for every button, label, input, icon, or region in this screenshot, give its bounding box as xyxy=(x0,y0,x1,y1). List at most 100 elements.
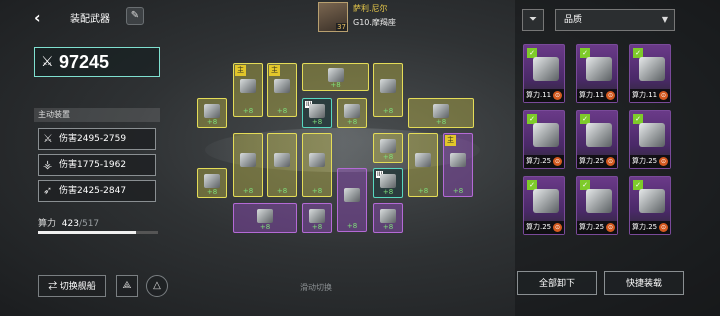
weapon-icon xyxy=(639,123,665,147)
claw-icon: ⚶ xyxy=(43,158,53,171)
compute-progress-fill xyxy=(38,231,137,234)
skill-label: 伤害1775-1962 xyxy=(59,160,127,170)
skill-label: 伤害2495-2759 xyxy=(59,134,127,144)
weapon-icon xyxy=(344,188,360,203)
unload-all-button[interactable]: 全部卸下 xyxy=(517,271,597,295)
inventory-card[interactable]: ✓ 算力.25 ⊙ xyxy=(523,176,565,235)
compute-progress-bar xyxy=(38,231,158,234)
weapon-icon xyxy=(240,153,256,168)
inventory-card[interactable]: ✓ 算力.25 ⊙ xyxy=(629,110,671,169)
slot-weapon[interactable]: +8 xyxy=(302,63,369,91)
slot-weapon[interactable]: +8 xyxy=(337,168,367,232)
combat-power-value: 97245 xyxy=(59,52,110,72)
slot-weapon[interactable]: +8 xyxy=(197,168,227,198)
back-chevron-left-icon[interactable]: ‹ xyxy=(34,8,52,27)
weapon-icon xyxy=(586,123,612,147)
chevron-down-icon: ▼ xyxy=(661,15,668,24)
compute-total: /517 xyxy=(78,219,100,229)
slot-weapon[interactable]: 主 +8 xyxy=(233,63,263,117)
weapon-icon xyxy=(639,189,665,213)
slot-weapon[interactable]: +8 xyxy=(233,203,297,233)
swipe-hint: 滑动切换 xyxy=(300,283,332,292)
skill-button-2[interactable]: ⚶ 伤害1775-1962 xyxy=(38,154,156,176)
brush-icon[interactable]: ✎ xyxy=(126,7,144,25)
skill-label: 伤害2425-2847 xyxy=(59,186,127,196)
status-icon: ⊙ xyxy=(553,223,562,232)
weapon-icon xyxy=(204,103,220,118)
slot-weapon[interactable]: +8 xyxy=(373,63,403,117)
slot-weapon[interactable]: +8 xyxy=(373,203,403,233)
weapon-icon xyxy=(274,153,290,168)
slot-weapon[interactable]: +8 xyxy=(337,98,367,128)
weapon-icon xyxy=(533,189,559,213)
status-icon: ⊙ xyxy=(606,157,615,166)
weapon-icon xyxy=(433,103,449,118)
status-icon: ⊙ xyxy=(606,91,615,100)
skill-button-3[interactable]: ➶ 伤害2425-2847 xyxy=(38,180,156,202)
status-icon: ⊙ xyxy=(659,157,668,166)
inventory-card[interactable]: ✓ 算力.25 ⊙ xyxy=(523,110,565,169)
inventory-card[interactable]: ✓ 算力.11 ⊙ xyxy=(576,44,618,103)
weapon-icon xyxy=(344,103,360,118)
weapon-icon xyxy=(586,57,612,81)
quick-equip-button[interactable]: 快捷装载 xyxy=(604,271,684,295)
status-icon: ⊙ xyxy=(606,223,615,232)
inventory-card[interactable]: ✓ 算力.11 ⊙ xyxy=(523,44,565,103)
filter-icon[interactable]: ⏷ xyxy=(522,9,544,31)
fleet-emblem-icon[interactable]: ⟁ xyxy=(116,275,138,297)
slot-weapon[interactable]: 主 +8 xyxy=(267,63,297,117)
slot-weapon[interactable]: +8 xyxy=(408,133,438,197)
status-icon: ⊙ xyxy=(659,223,668,232)
skill-button-1[interactable]: ⚔ 伤害2495-2759 xyxy=(38,128,156,150)
status-icon: ⊙ xyxy=(553,157,562,166)
weapon-icon xyxy=(380,138,396,153)
missile-icon: ➶ xyxy=(43,184,53,197)
switch-icon: ⇄ xyxy=(48,281,58,291)
slot-weapon[interactable]: 主 +8 xyxy=(443,133,473,197)
weapon-icon xyxy=(533,57,559,81)
sort-dropdown[interactable]: 品质 ▼ xyxy=(555,9,675,31)
weapon-icon xyxy=(380,173,396,188)
weapon-icon xyxy=(309,153,325,168)
inventory-card[interactable]: ✓ 算力.25 ⊙ xyxy=(629,176,671,235)
weapon-icon xyxy=(639,57,665,81)
inventory-card[interactable]: ✓ 算力.11 ⊙ xyxy=(629,44,671,103)
compute-used: 423 xyxy=(61,219,79,229)
slot-weapon[interactable]: +8 xyxy=(302,133,332,197)
weapon-icon xyxy=(450,153,466,168)
commander-avatar[interactable]: 37 xyxy=(318,2,348,32)
status-icon: ⊙ xyxy=(659,91,668,100)
weapon-icon xyxy=(380,208,396,223)
slot-weapon-selected[interactable]: III+8 xyxy=(302,98,332,128)
inventory-card[interactable]: ✓ 算力.25 ⊙ xyxy=(576,110,618,169)
inventory-card[interactable]: ✓ 算力.25 ⊙ xyxy=(576,176,618,235)
weapon-icon xyxy=(257,208,273,223)
switch-ship-button[interactable]: ⇄ 切换舰船 xyxy=(38,275,106,297)
sort-label: 品质 xyxy=(564,15,583,25)
compute-label: 算力 423/517 xyxy=(38,219,100,229)
slot-weapon[interactable]: +8 xyxy=(267,133,297,197)
commander-level: 37 xyxy=(336,23,347,31)
slot-weapon[interactable]: +8 xyxy=(233,133,263,197)
weapon-icon xyxy=(204,173,220,188)
ship-mode-icon[interactable]: △ xyxy=(146,275,168,297)
weapon-icon xyxy=(327,67,344,82)
slot-weapon[interactable]: +8 xyxy=(197,98,227,128)
active-equipment-header: 主动装置 xyxy=(34,108,160,122)
crossed-swords-icon: ⚔ xyxy=(43,132,53,145)
weapon-icon xyxy=(240,78,256,93)
status-icon: ⊙ xyxy=(553,91,562,100)
commander-name: 萨利.尼尔 xyxy=(353,4,388,13)
ship-name: G10.摩羯座 xyxy=(353,18,396,27)
weapon-icon xyxy=(415,153,431,168)
slot-weapon-selected[interactable]: III+8 xyxy=(373,168,403,198)
weapon-icon xyxy=(309,103,325,118)
weapon-icon xyxy=(533,123,559,147)
weapon-icon xyxy=(380,78,396,93)
slot-weapon[interactable]: +8 xyxy=(373,133,403,163)
slot-weapon[interactable]: +8 xyxy=(302,203,332,233)
weapon-icon xyxy=(586,189,612,213)
weapon-icon xyxy=(274,78,290,93)
crossed-swords-icon: ⚔ xyxy=(41,54,54,70)
slot-weapon[interactable]: +8 xyxy=(408,98,474,128)
